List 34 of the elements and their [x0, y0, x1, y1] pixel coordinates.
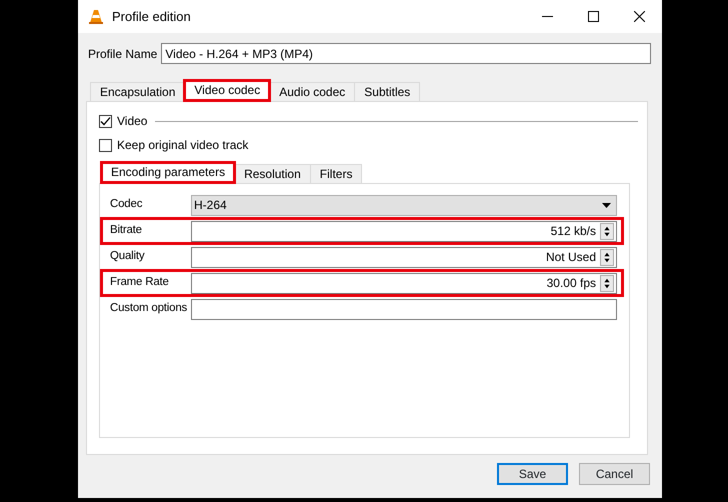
field-label: Quality [110, 249, 146, 264]
close-icon [634, 11, 644, 22]
spinner-arrows-icon[interactable] [600, 248, 614, 266]
tab[interactable]: Subtitles [354, 82, 420, 101]
dialog-button[interactable]: Cancel [579, 463, 650, 485]
dialog-button[interactable]: Save [497, 463, 568, 485]
tab[interactable]: Video codec [184, 80, 270, 101]
tab[interactable]: Filters [310, 164, 362, 183]
spin-box[interactable]: 512 kb/s [191, 220, 617, 242]
spinner-arrows-icon[interactable] [600, 222, 614, 240]
profile-name-label: Profile Name [88, 46, 158, 62]
field-label: Codec [110, 197, 144, 212]
field-label: Custom options [110, 301, 188, 316]
codec-dropdown[interactable]: H-264 [191, 194, 617, 216]
keep-original-checkbox[interactable] [99, 138, 112, 152]
spinner-arrows-icon[interactable] [600, 274, 614, 292]
video-checkbox[interactable] [99, 114, 112, 128]
traffic-cone-icon [88, 8, 104, 24]
text-field[interactable] [191, 298, 617, 320]
check-icon [100, 116, 111, 126]
tab[interactable]: Encoding parameters [101, 162, 236, 183]
keep-original-label: Keep original video track [117, 137, 248, 154]
maximize-icon [588, 11, 598, 22]
caret-icon [602, 202, 611, 208]
minimize-icon [542, 16, 552, 17]
video-label: Video [117, 113, 148, 130]
spin-box[interactable]: Not Used [191, 246, 617, 268]
window-title: Profile edition [112, 8, 191, 26]
tab[interactable]: Encapsulation [90, 82, 186, 101]
field-label: Bitrate [110, 223, 143, 238]
spin-box[interactable]: 30.00 fps [191, 272, 617, 294]
field-label: Frame Rate [110, 275, 170, 290]
profile-name-field[interactable]: Video - H.264 + MP3 (MP4) [161, 43, 651, 64]
tab[interactable]: Resolution [234, 164, 311, 183]
